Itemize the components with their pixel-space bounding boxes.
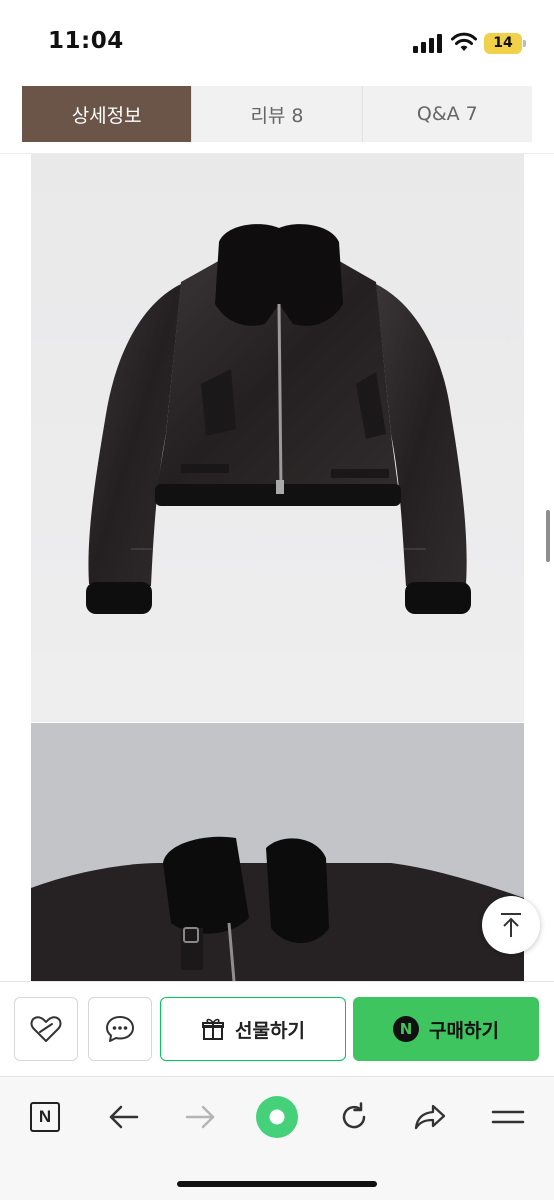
buy-button[interactable]: N 구매하기 bbox=[353, 997, 539, 1061]
gift-button[interactable]: 선물하기 bbox=[160, 997, 346, 1061]
like-button[interactable] bbox=[14, 997, 78, 1061]
refresh-icon bbox=[342, 1102, 366, 1129]
naver-n-icon: N bbox=[30, 1102, 60, 1132]
forward-arrow-icon bbox=[185, 1105, 215, 1129]
scroll-indicator[interactable] bbox=[546, 510, 550, 562]
heart-icon bbox=[30, 1016, 62, 1042]
green-dot-icon bbox=[256, 1096, 298, 1138]
menu-icon bbox=[491, 1110, 525, 1124]
refresh-button[interactable] bbox=[334, 1097, 374, 1137]
scroll-to-top-button[interactable] bbox=[482, 896, 540, 954]
tab-reviews[interactable]: 리뷰 8 bbox=[192, 86, 363, 142]
status-time: 11:04 bbox=[48, 28, 124, 54]
tab-qna[interactable]: Q&A 7 bbox=[363, 86, 532, 142]
back-arrow-icon bbox=[109, 1105, 139, 1129]
arrow-up-to-top-icon bbox=[501, 913, 521, 937]
share-icon bbox=[414, 1104, 446, 1130]
buy-label: 구매하기 bbox=[429, 1019, 499, 1042]
status-bar: 11:04 14 bbox=[0, 0, 554, 86]
product-image-closeup bbox=[31, 723, 524, 981]
tab-details[interactable]: 상세정보 bbox=[22, 86, 193, 142]
naver-pay-n-icon: N bbox=[393, 1016, 420, 1042]
home-indicator[interactable] bbox=[177, 1181, 377, 1187]
share-button[interactable] bbox=[410, 1097, 450, 1137]
back-button[interactable] bbox=[103, 1097, 143, 1137]
green-dot-button[interactable] bbox=[255, 1095, 299, 1139]
forward-button[interactable] bbox=[181, 1097, 221, 1137]
purchase-action-bar: 선물하기 N 구매하기 bbox=[0, 981, 554, 1076]
chat-bubble-icon bbox=[106, 1016, 134, 1042]
gift-icon bbox=[202, 1018, 225, 1040]
detail-tabs: 상세정보 리뷰 8 Q&A 7 bbox=[22, 86, 532, 142]
wifi-icon bbox=[451, 32, 477, 51]
naver-home-button[interactable]: N bbox=[25, 1097, 65, 1137]
gift-label: 선물하기 bbox=[235, 1019, 305, 1042]
battery-indicator: 14 bbox=[484, 33, 526, 54]
talk-talk-button[interactable] bbox=[88, 997, 152, 1061]
menu-button[interactable] bbox=[488, 1097, 528, 1137]
cellular-signal-icon bbox=[413, 33, 443, 53]
product-image-front bbox=[31, 154, 524, 722]
